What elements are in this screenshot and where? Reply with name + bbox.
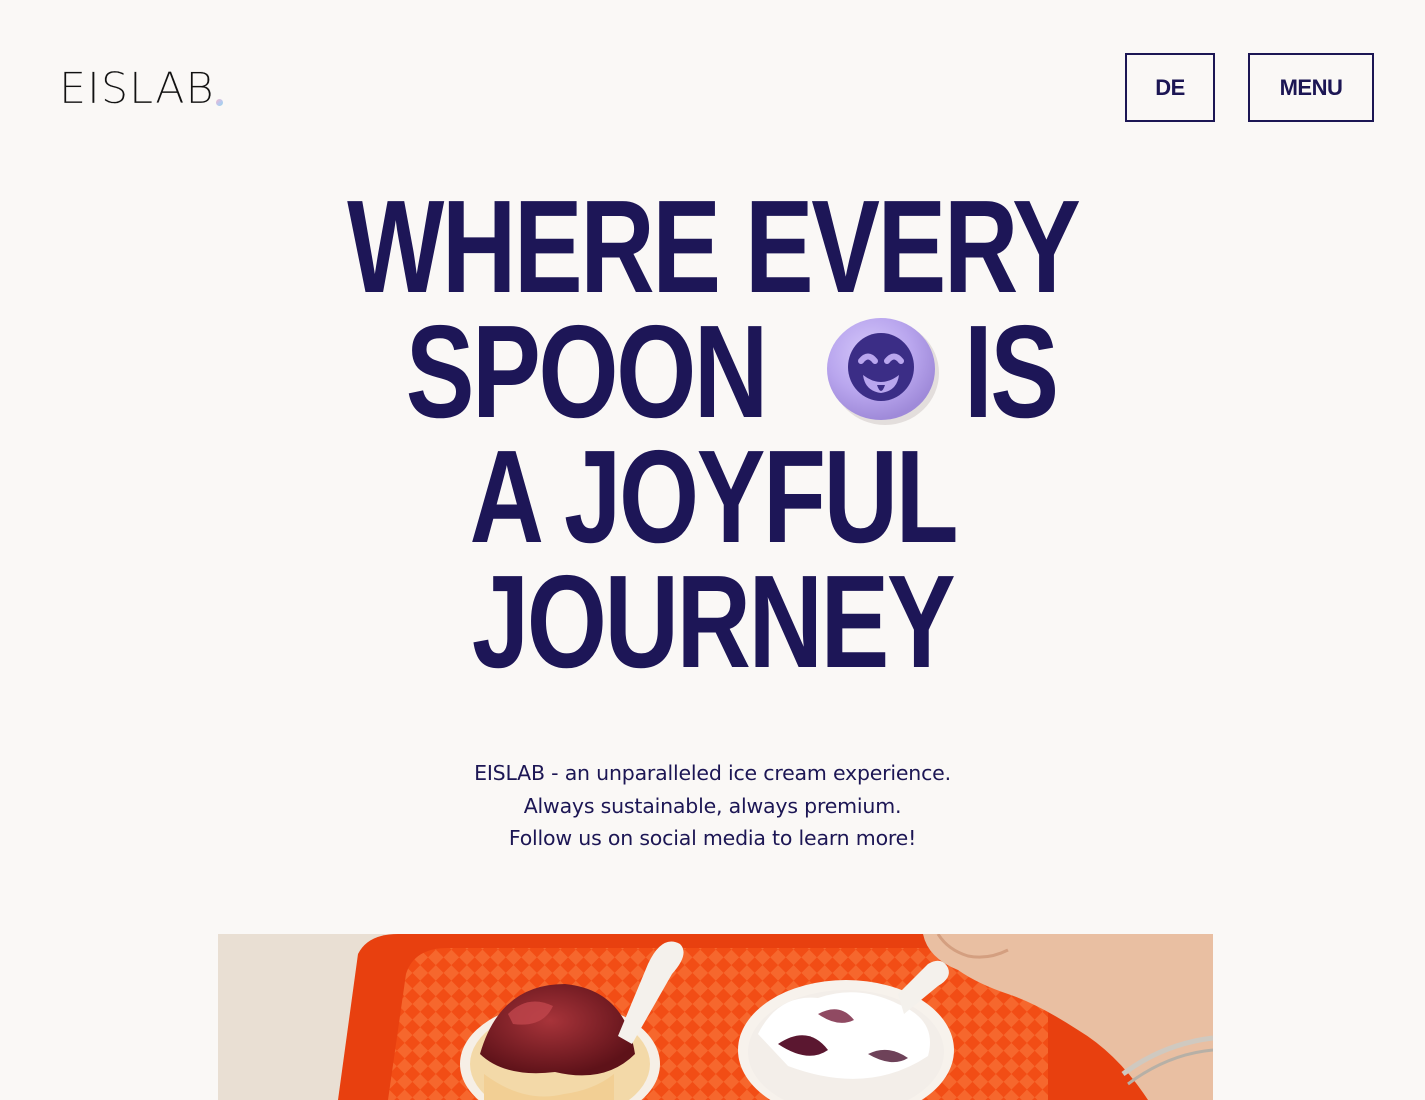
headline-text-where-every: WHERE EVERY (346, 173, 1081, 320)
hero-tagline: EISLAB - an unparalleled ice cream exper… (0, 757, 1425, 855)
headline-line-1: WHERE EVERY (0, 173, 1425, 320)
logo-text: EISLAB (59, 64, 215, 114)
page: EISLAB DE MENU WHERE EVERY SPOON IS A JO… (0, 0, 1425, 1100)
logo-dot-icon (215, 99, 223, 106)
headline-text-journey: JOURNEY (471, 548, 956, 695)
headline-line-4: JOURNEY (0, 548, 1425, 695)
tagline-line-2: Always sustainable, always premium. (523, 793, 902, 818)
headline-text-is: IS (964, 298, 1059, 445)
headline-text-a-joyful: A JOYFUL (469, 423, 958, 570)
hero-headline: WHERE EVERY SPOON IS A JOYFUL JOURNEY (0, 173, 1425, 695)
ice-cream-tray-photo (218, 934, 1213, 1100)
tagline-line-3: Follow us on social media to learn more! (508, 826, 917, 850)
headline-line-3: A JOYFUL (0, 423, 1425, 570)
eislab-logo[interactable]: EISLAB (59, 64, 223, 114)
headline-line-2: SPOON IS (0, 298, 1425, 445)
smiling-scoop-icon (825, 317, 940, 427)
language-button[interactable]: DE (1125, 53, 1215, 122)
tagline-line-1: EISLAB - an unparalleled ice cream exper… (474, 761, 951, 785)
menu-button[interactable]: MENU (1248, 53, 1374, 122)
